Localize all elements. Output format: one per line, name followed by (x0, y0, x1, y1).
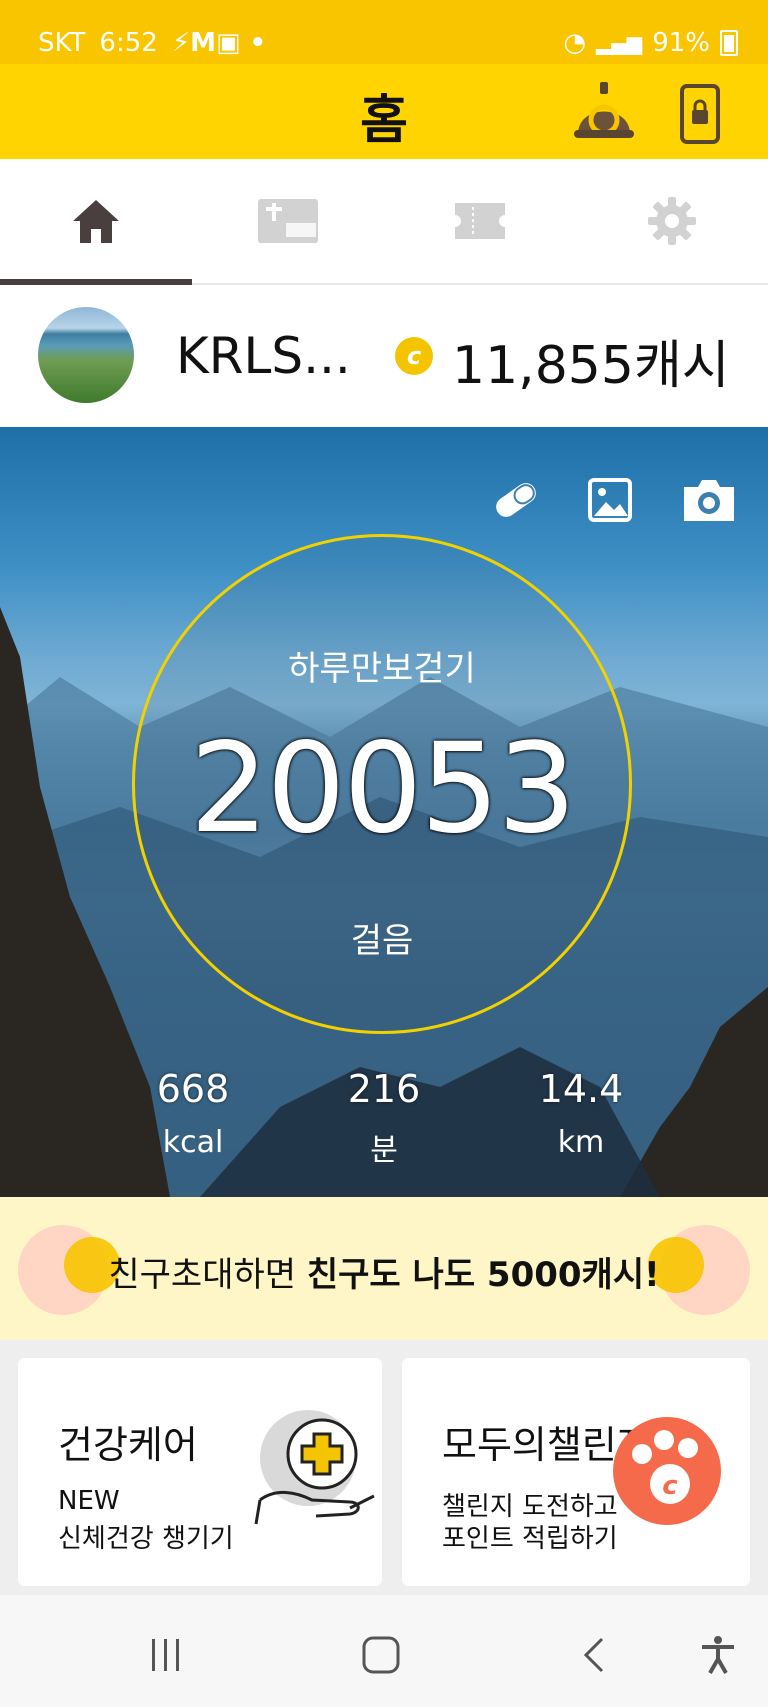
wifi-icon: ◔ (563, 28, 587, 58)
gift-card-icon (258, 199, 318, 243)
calories-unit: kcal (162, 1125, 224, 1160)
camera-icon[interactable] (680, 477, 738, 523)
pill-icon[interactable] (492, 478, 540, 522)
signal-icon: ▂▄▆ (596, 31, 643, 55)
invite-text-normal: 친구초대하면 (108, 1255, 307, 1295)
health-care-card[interactable]: 건강케어 NEW 신체건강 챙기기 (18, 1358, 382, 1586)
step-goal-label: 하루만보걷기 (288, 649, 476, 689)
recent-apps-icon (152, 1639, 179, 1671)
paw-coin-icon: c (613, 1417, 721, 1525)
step-unit: 걸음 (350, 921, 414, 961)
clock: 6:52 (99, 28, 158, 58)
cash-balance[interactable]: 11,855캐시 (452, 323, 730, 398)
calories-stat: 668 kcal (103, 1067, 283, 1160)
invite-banner[interactable]: 친구초대하면 친구도 나도 5000캐시! (0, 1197, 768, 1340)
phone-lock-icon[interactable] (680, 84, 720, 144)
step-counter-panel: 하루만보걷기 20053 걸음 668 kcal 216 분 14.4 km (0, 427, 768, 1197)
minutes-value: 216 (347, 1067, 421, 1111)
tab-settings[interactable] (576, 159, 768, 283)
back-chevron-icon (583, 1637, 604, 1673)
home-button[interactable] (357, 1631, 405, 1679)
health-card-badge: NEW (58, 1486, 120, 1516)
back-button[interactable] (572, 1631, 620, 1679)
home-circle-icon (362, 1636, 400, 1674)
battery-icon (720, 30, 738, 56)
ticket-icon (455, 203, 505, 239)
carrier-label: SKT (38, 28, 86, 58)
challenge-card-subtitle-2: 포인트 적립하기 (442, 1524, 618, 1554)
home-icon (73, 200, 119, 243)
step-count: 20053 (189, 717, 576, 861)
health-card-title: 건강케어 (58, 1423, 198, 1467)
status-bar: SKT 6:52 ⚡M▣ • ◔ ▂▄▆ 91% (0, 0, 768, 64)
accessibility-button[interactable] (694, 1631, 742, 1679)
nickname: KRLS... (176, 327, 351, 385)
battery-percent: 91% (652, 28, 710, 58)
distance-unit: km (557, 1125, 605, 1160)
health-card-subtitle: 신체건강 챙기기 (58, 1524, 234, 1554)
avatar[interactable] (38, 307, 134, 403)
tab-home[interactable] (0, 159, 192, 285)
cash-character-icon[interactable] (572, 80, 636, 140)
profile-row: KRLS... c 11,855캐시 (0, 285, 768, 427)
gear-icon (648, 197, 696, 245)
app-header: 홈 (0, 64, 768, 159)
feature-cards: 건강케어 NEW 신체건강 챙기기 모두의챌린지 챌린지 도전하고 포인트 적립… (0, 1340, 768, 1595)
tab-bar (0, 159, 768, 285)
minutes-unit: 분 (370, 1133, 398, 1168)
distance-value: 14.4 (538, 1067, 624, 1111)
calories-value: 668 (156, 1067, 230, 1111)
svg-text:c: c (662, 1471, 678, 1501)
tab-coupon[interactable] (384, 159, 576, 283)
system-nav-bar (0, 1595, 768, 1707)
distance-stat: 14.4 km (491, 1067, 671, 1160)
invite-text-bold: 친구도 나도 5000캐시! (306, 1255, 660, 1295)
recent-apps-button[interactable] (142, 1631, 190, 1679)
image-icon[interactable] (588, 478, 632, 522)
step-ring[interactable]: 하루만보걷기 20053 걸음 (132, 534, 632, 1034)
accessibility-icon (702, 1636, 734, 1674)
coin-icon: c (395, 337, 433, 375)
page-title: 홈 (360, 91, 408, 151)
minutes-stat: 216 분 (294, 1067, 474, 1169)
tab-gift[interactable] (192, 159, 384, 283)
health-plus-hand-icon (254, 1410, 375, 1525)
notification-icons: ⚡M▣ • (171, 28, 267, 58)
hero-toolbar (492, 477, 738, 523)
challenge-card[interactable]: 모두의챌린지 챌린지 도전하고 포인트 적립하기 c (402, 1358, 750, 1586)
invite-text: 친구초대하면 친구도 나도 5000캐시! (0, 1247, 768, 1296)
